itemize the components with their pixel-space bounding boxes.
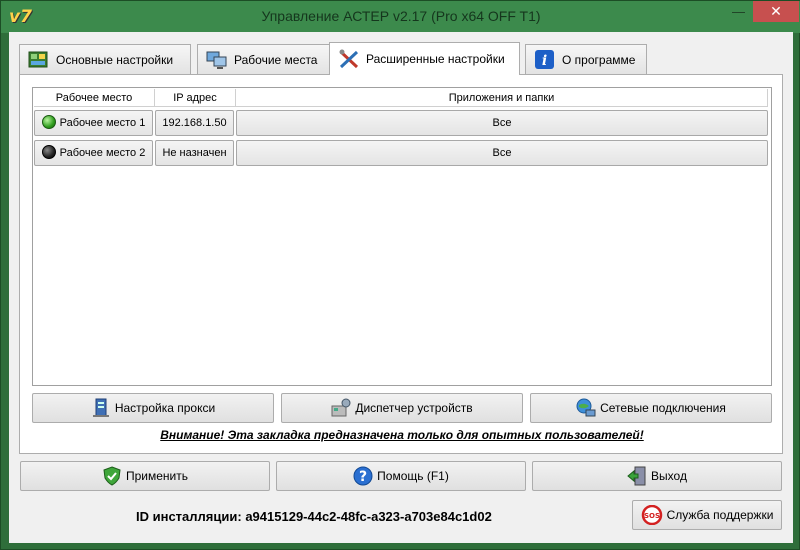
- minimize-button[interactable]: —: [725, 1, 752, 22]
- apps-cell[interactable]: Все: [236, 110, 768, 136]
- button-label: Выход: [651, 469, 687, 483]
- network-globe-icon: [576, 398, 596, 418]
- button-label: Настройка прокси: [114, 401, 216, 415]
- svg-text:SOS: SOS: [644, 512, 660, 520]
- button-label: Сетевые подключения: [600, 401, 726, 415]
- advanced-settings-panel: Рабочее место IP адрес Приложения и папк…: [19, 74, 783, 454]
- support-button[interactable]: SOS Служба поддержки: [632, 500, 782, 530]
- device-manager-button[interactable]: Диспетчер устройств: [281, 393, 523, 423]
- svg-text:?: ?: [359, 469, 367, 485]
- help-button[interactable]: ? Помощь (F1): [276, 461, 526, 491]
- workplace-name: Рабочее место 1: [59, 117, 146, 129]
- button-label: Применить: [125, 469, 188, 483]
- network-connections-button[interactable]: Сетевые подключения: [530, 393, 772, 423]
- workstations-icon: [206, 50, 228, 70]
- close-button[interactable]: ✕: [753, 1, 799, 22]
- tools-icon: [338, 49, 360, 69]
- ip-cell[interactable]: Не назначен: [155, 140, 234, 166]
- tab-about[interactable]: i О программе: [525, 44, 647, 74]
- button-label: Служба поддержки: [666, 508, 774, 522]
- install-id-label: ID инсталляции:: [136, 509, 242, 524]
- tab-advanced-settings[interactable]: Расширенные настройки: [329, 42, 520, 75]
- proxy-settings-button[interactable]: Настройка прокси: [32, 393, 274, 423]
- tab-basic-settings[interactable]: Основные настройки: [19, 44, 191, 74]
- svg-text:i: i: [542, 53, 547, 69]
- status-offline-icon: [41, 145, 56, 160]
- status-online-icon: [41, 115, 56, 130]
- app-window: v7 Управление АСТЕР v2.17 (Pro x64 OFF T…: [0, 0, 800, 550]
- proxy-server-icon: [91, 398, 111, 418]
- workplace-name: Рабочее место 2: [59, 147, 146, 159]
- settings-board-icon: [28, 50, 50, 70]
- tab-label: Основные настройки: [56, 52, 174, 67]
- column-header-apps[interactable]: Приложения и папки: [236, 89, 768, 107]
- workplace-cell[interactable]: Рабочее место 2: [34, 140, 153, 166]
- table-row[interactable]: Рабочее место 2 Не назначен Все: [33, 138, 771, 168]
- device-manager-icon: [331, 398, 351, 418]
- client-area: Основные настройки Рабочие места Расшире…: [9, 32, 793, 543]
- tab-label: О программе: [562, 52, 636, 67]
- install-id-value: a9415129-44c2-48fc-a323-a703e84c1d02: [245, 509, 492, 524]
- tab-workstations[interactable]: Рабочие места: [197, 44, 334, 74]
- workplace-cell[interactable]: Рабочее место 1: [34, 110, 153, 136]
- column-header-workplace[interactable]: Рабочее место: [34, 89, 155, 107]
- column-header-ip[interactable]: IP адрес: [155, 89, 236, 107]
- exit-button[interactable]: Выход: [532, 461, 782, 491]
- button-label: Помощь (F1): [377, 469, 449, 483]
- apps-cell[interactable]: Все: [236, 140, 768, 166]
- workplaces-grid: Рабочее место IP адрес Приложения и папк…: [32, 87, 772, 386]
- tab-label: Рабочие места: [234, 52, 318, 67]
- apply-button[interactable]: Применить: [20, 461, 270, 491]
- sos-icon: SOS: [641, 504, 663, 526]
- tab-label: Расширенные настройки: [366, 52, 505, 66]
- exit-door-icon: [627, 466, 647, 486]
- table-row[interactable]: Рабочее место 1 192.168.1.50 Все: [33, 108, 771, 138]
- button-label: Диспетчер устройств: [355, 401, 473, 415]
- warning-text: Внимание! Эта закладка предназначена тол…: [160, 428, 644, 442]
- help-question-icon: ?: [353, 466, 373, 486]
- info-icon: i: [534, 49, 556, 70]
- installation-id: ID инсталляции: a9415129-44c2-48fc-a323-…: [136, 509, 492, 524]
- title-bar[interactable]: v7 Управление АСТЕР v2.17 (Pro x64 OFF T…: [1, 1, 800, 33]
- shield-check-icon: [102, 466, 122, 486]
- ip-cell[interactable]: 192.168.1.50: [155, 110, 234, 136]
- window-title: Управление АСТЕР v2.17 (Pro x64 OFF T1): [261, 8, 541, 24]
